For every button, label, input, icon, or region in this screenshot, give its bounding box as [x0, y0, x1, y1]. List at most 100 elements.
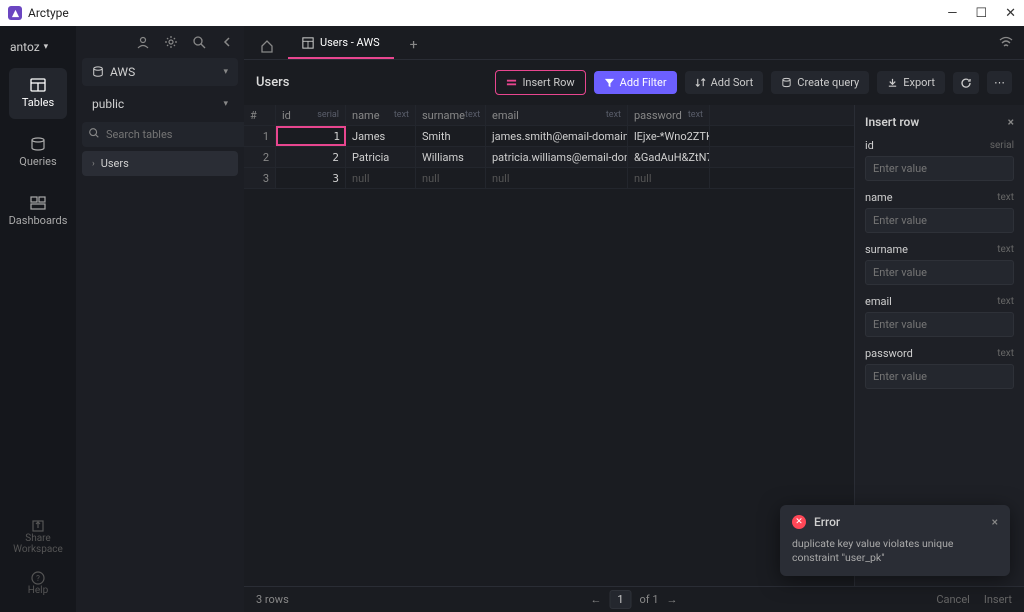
cell-surname[interactable]: Smith — [416, 126, 486, 146]
query-icon — [781, 77, 792, 88]
chevron-down-icon: ▾ — [44, 42, 49, 52]
column-header-id[interactable]: idserial — [276, 105, 346, 125]
search-icon[interactable] — [192, 35, 206, 49]
table-row[interactable]: 11JamesSmithjames.smith@email-domain.com… — [244, 126, 854, 147]
cell-name[interactable]: Patricia — [346, 147, 416, 167]
cell-password[interactable]: null — [628, 168, 710, 188]
cell-password[interactable]: lEjxe-*Wno2ZTKwa — [628, 126, 710, 146]
rail-queries-label: Queries — [19, 155, 56, 168]
panel-title: Insert row — [865, 115, 919, 129]
cell-name[interactable]: null — [346, 168, 416, 188]
cell-id[interactable]: 1 — [276, 126, 346, 146]
add-tab-button[interactable]: + — [400, 31, 428, 59]
app-title: Arctype — [28, 6, 69, 20]
field-name: name text — [865, 191, 1014, 233]
cell-email[interactable]: patricia.williams@email-domain.com — [486, 147, 628, 167]
more-icon: ⋯ — [994, 76, 1005, 89]
window-titlebar: Arctype — ☐ ✕ — [0, 0, 1024, 26]
export-button[interactable]: Export — [877, 71, 945, 94]
schema-selector[interactable]: public ▾ — [82, 90, 238, 118]
schema-name: public — [92, 97, 124, 111]
page-next-button[interactable]: → — [667, 593, 678, 606]
table-row[interactable]: 22PatriciaWilliamspatricia.williams@emai… — [244, 147, 854, 168]
field-type: text — [997, 192, 1014, 203]
statusbar: 3 rows ← of 1 → Cancel Insert — [244, 586, 1024, 612]
rail-tables[interactable]: Tables — [9, 68, 67, 119]
more-button[interactable]: ⋯ — [987, 71, 1012, 94]
sidebar-table-users[interactable]: › Users — [82, 151, 238, 176]
svg-text:?: ? — [36, 574, 40, 583]
sidebar-table-label: Users — [101, 157, 129, 170]
page-prev-button[interactable]: ← — [590, 593, 601, 606]
tab-users[interactable]: Users - AWS — [288, 28, 394, 59]
cell-email[interactable]: null — [486, 168, 628, 188]
gear-icon[interactable] — [164, 35, 178, 49]
connection-selector[interactable]: AWS ▾ — [82, 58, 238, 86]
add-filter-button[interactable]: Add Filter — [594, 71, 677, 94]
refresh-button[interactable] — [953, 72, 979, 94]
cancel-button[interactable]: Cancel — [936, 593, 969, 606]
window-maximize-icon[interactable]: ☐ — [975, 6, 987, 21]
rail-tables-label: Tables — [22, 96, 54, 109]
search-icon — [88, 127, 100, 139]
insert-row-button[interactable]: Insert Row — [495, 70, 585, 95]
field-label: id — [865, 139, 874, 152]
close-icon[interactable]: × — [992, 515, 998, 529]
cell-surname[interactable]: null — [416, 168, 486, 188]
field-email: emailtext — [865, 295, 1014, 337]
toast-title: Error — [814, 515, 840, 529]
rail-help[interactable]: ? Help — [28, 565, 48, 602]
cell-surname[interactable]: Williams — [416, 147, 486, 167]
field-input-surname[interactable] — [865, 260, 1014, 285]
column-header-surname[interactable]: surnametext — [416, 105, 486, 125]
cell-name[interactable]: James — [346, 126, 416, 146]
add-sort-button[interactable]: Add Sort — [685, 71, 764, 94]
error-icon: ✕ — [792, 515, 806, 529]
rownum-cell: 3 — [244, 168, 276, 188]
window-close-icon[interactable]: ✕ — [1005, 6, 1016, 21]
column-header-password[interactable]: passwordtext — [628, 105, 710, 125]
column-header-name[interactable]: nametext — [346, 105, 416, 125]
workspace-selector[interactable]: antoz ▾ — [0, 34, 76, 60]
insert-button[interactable]: Insert — [984, 593, 1012, 606]
database-icon — [30, 137, 46, 151]
tab-label: Users - AWS — [320, 36, 380, 49]
field-label: name — [865, 191, 893, 204]
insert-icon — [506, 77, 517, 88]
chevron-down-icon: ▾ — [223, 99, 228, 109]
field-input-password[interactable] — [865, 364, 1014, 389]
navigation-rail: antoz ▾ Tables Queries Dashboards Share … — [0, 26, 76, 612]
sort-icon — [695, 77, 706, 88]
filter-icon — [604, 77, 615, 88]
window-minimize-icon[interactable]: — — [947, 6, 957, 21]
rownum-cell: 1 — [244, 126, 276, 146]
table-icon — [30, 78, 46, 92]
rail-queries[interactable]: Queries — [9, 127, 67, 178]
cell-email[interactable]: james.smith@email-domain.com — [486, 126, 628, 146]
rail-share[interactable]: Share Workspace — [0, 513, 76, 561]
close-icon[interactable]: × — [1008, 115, 1014, 129]
rail-dashboards[interactable]: Dashboards — [9, 186, 67, 237]
cell-password[interactable]: &GadAuH&ZtN7ph*n — [628, 147, 710, 167]
page-input[interactable] — [609, 590, 631, 609]
search-tables-input[interactable] — [82, 122, 254, 147]
create-query-button[interactable]: Create query — [771, 71, 869, 94]
field-input-id[interactable] — [865, 156, 1014, 181]
rownum-header: # — [244, 105, 276, 125]
field-input-name[interactable] — [865, 208, 1014, 233]
sidebar: AWS ▾ public ▾ ⋯ › Users — [76, 26, 244, 612]
home-tab[interactable] — [252, 33, 282, 59]
tabbar: Users - AWS + — [244, 26, 1024, 60]
toast-message: duplicate key value violates unique cons… — [792, 537, 998, 566]
wifi-icon[interactable] — [998, 34, 1014, 50]
table-name-heading: Users — [256, 75, 289, 90]
cell-id[interactable]: 3 — [276, 168, 346, 188]
cell-id[interactable]: 2 — [276, 147, 346, 167]
user-icon[interactable] — [136, 35, 150, 49]
field-input-email[interactable] — [865, 312, 1014, 337]
table-row[interactable]: 33nullnullnullnull — [244, 168, 854, 189]
column-header-email[interactable]: emailtext — [486, 105, 628, 125]
export-icon — [887, 77, 898, 88]
chevron-left-icon[interactable] — [220, 35, 234, 49]
field-type: text — [997, 244, 1014, 255]
